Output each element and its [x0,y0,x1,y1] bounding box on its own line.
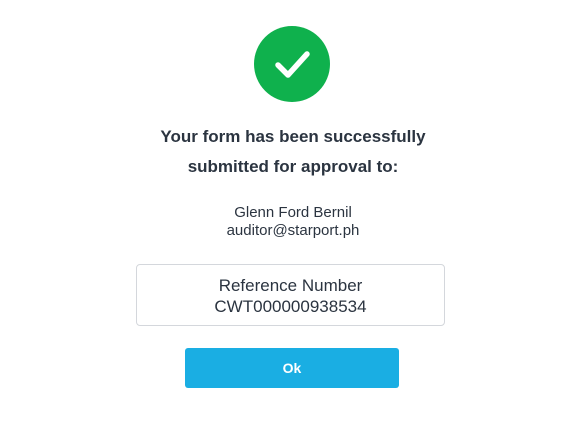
success-dialog: Your form has been successfully submitte… [0,0,586,435]
checkmark-icon [272,44,312,84]
reference-number-box: Reference Number CWT000000938534 [136,264,445,326]
approver-name: Glenn Ford Bernil [234,204,352,221]
reference-number-label: Reference Number [218,276,363,295]
success-message-line-2: submitted for approval to: [187,157,399,176]
ok-button[interactable]: Ok [185,348,399,388]
success-badge [254,26,330,102]
reference-number-value: CWT000000938534 [214,297,367,316]
approver-email: auditor@starport.ph [226,222,360,239]
success-message-line-1: Your form has been successfully [160,127,426,146]
